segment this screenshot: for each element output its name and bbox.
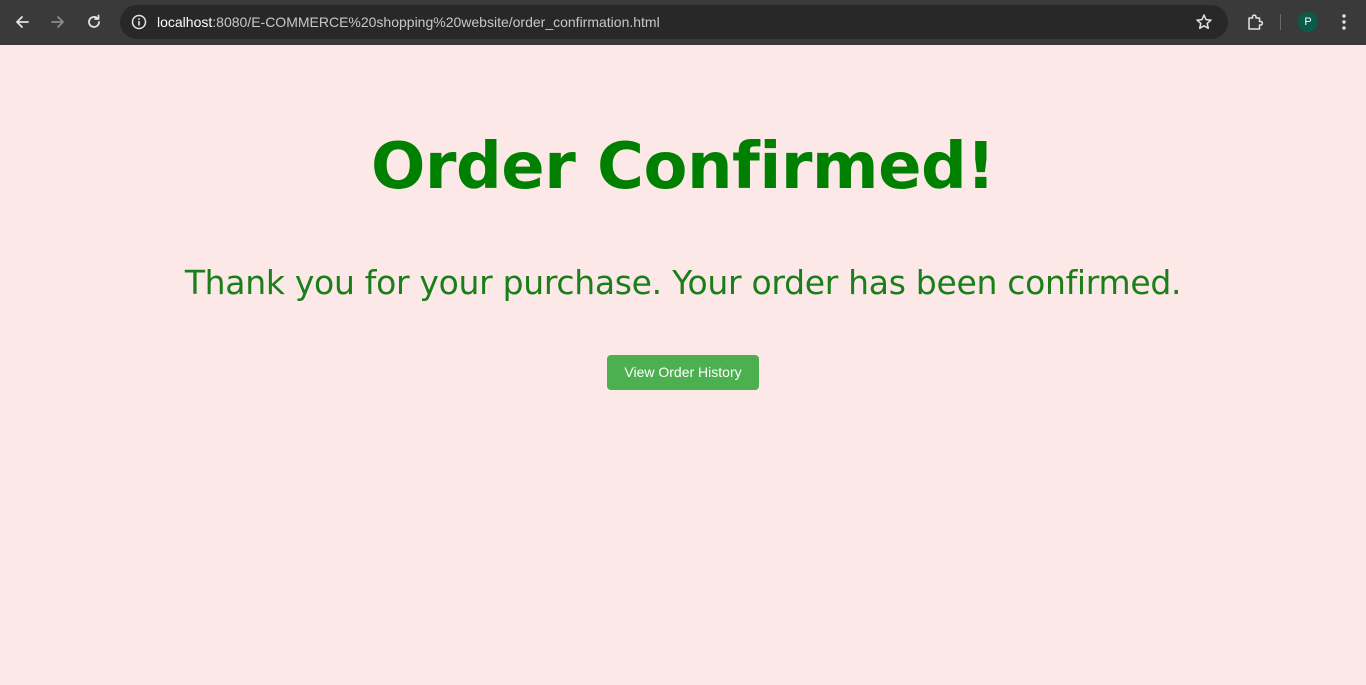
puzzle-icon [1248,14,1264,30]
arrow-right-icon [51,16,64,28]
back-button[interactable] [8,8,36,36]
address-bar[interactable]: localhost:8080/E-COMMERCE%20shopping%20w… [120,5,1228,39]
star-icon [1196,14,1212,30]
reload-button[interactable] [80,8,108,36]
browser-menu-button[interactable] [1332,9,1356,35]
toolbar-divider [1280,14,1281,30]
bookmark-button[interactable] [1192,10,1216,34]
reload-icon [88,14,100,28]
info-icon [131,14,147,30]
url-host: localhost [157,14,213,30]
site-info-button[interactable] [127,10,151,34]
view-order-history-button[interactable]: View Order History [607,355,759,390]
extensions-button[interactable] [1242,9,1268,35]
forward-button[interactable] [44,8,72,36]
page-content: Order Confirmed! Thank you for your purc… [0,45,1366,685]
browser-toolbar: localhost:8080/E-COMMERCE%20shopping%20w… [0,0,1366,45]
page-title: Order Confirmed! [371,130,995,204]
url-path: :8080/E-COMMERCE%20shopping%20website/or… [212,14,660,30]
confirmation-message: Thank you for your purchase. Your order … [184,263,1182,302]
profile-avatar[interactable]: P [1298,12,1318,32]
url-text[interactable]: localhost:8080/E-COMMERCE%20shopping%20w… [157,5,660,39]
arrow-left-icon [16,16,29,28]
kebab-menu-icon [1342,14,1346,30]
